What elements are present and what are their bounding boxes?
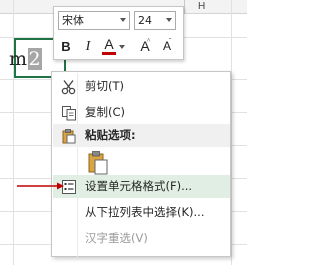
- red-arrow-annotation: [17, 182, 64, 190]
- font-name-combo[interactable]: 宋体: [58, 11, 130, 30]
- copy-icon: [62, 106, 76, 121]
- clipboard-icon: [62, 129, 76, 144]
- mini-toolbar: 宋体 24 B I A A ^ Aˇ: [53, 6, 184, 60]
- paste-button[interactable]: [86, 150, 110, 176]
- menu-item-label: 汉字重选(V): [85, 231, 148, 245]
- context-menu: 剪切(T) 复制(C) 粘贴选项: 设置单元格格式(F)... 从下拉列表中选择…: [51, 71, 231, 257]
- font-name-value: 宋体: [62, 14, 84, 27]
- menu-item-hanzi-reselect[interactable]: 汉字重选(V): [53, 227, 230, 250]
- font-color-dropdown[interactable]: [118, 37, 126, 56]
- font-color-button[interactable]: A: [100, 37, 118, 56]
- bold-button[interactable]: B: [58, 37, 74, 56]
- cell-content[interactable]: m2: [9, 48, 43, 70]
- menu-item-label: 剪切(T): [85, 79, 124, 93]
- column-header-h[interactable]: H: [198, 1, 205, 12]
- italic-button[interactable]: I: [80, 37, 96, 56]
- caret-down-icon: ˇ: [169, 37, 172, 45]
- menu-item-format-cells[interactable]: 设置单元格格式(F)...: [53, 175, 230, 198]
- chevron-down-icon[interactable]: [166, 18, 172, 22]
- font-size-value: 24: [138, 14, 152, 27]
- grid-line: [184, 0, 185, 14]
- menu-item-label: 复制(C): [85, 105, 126, 119]
- cell-text-selection: 2: [27, 48, 43, 70]
- menu-section-paste-options: 粘贴选项:: [53, 124, 230, 147]
- paste-icon: [88, 151, 108, 175]
- scissors-icon: [61, 80, 76, 95]
- font-color-letter: A: [104, 36, 114, 52]
- menu-item-cut[interactable]: 剪切(T): [53, 75, 230, 98]
- cell-text-plain: m: [9, 48, 28, 70]
- grow-font-button[interactable]: A ^: [136, 37, 154, 56]
- menu-item-label: 设置单元格格式(F)...: [85, 179, 193, 193]
- menu-item-label: 从下拉列表中选择(K)...: [85, 205, 205, 219]
- menu-item-pick-from-list[interactable]: 从下拉列表中选择(K)...: [53, 201, 230, 224]
- menu-item-copy[interactable]: 复制(C): [53, 101, 230, 124]
- caret-up-icon: ^: [147, 37, 151, 45]
- font-size-combo[interactable]: 24: [134, 11, 176, 30]
- menu-section-label: 粘贴选项:: [85, 128, 136, 142]
- shrink-font-button[interactable]: Aˇ: [158, 37, 176, 56]
- chevron-down-icon: [119, 45, 125, 49]
- grid-line: [231, 0, 232, 265]
- font-color-swatch: [102, 52, 116, 55]
- chevron-down-icon[interactable]: [120, 18, 126, 22]
